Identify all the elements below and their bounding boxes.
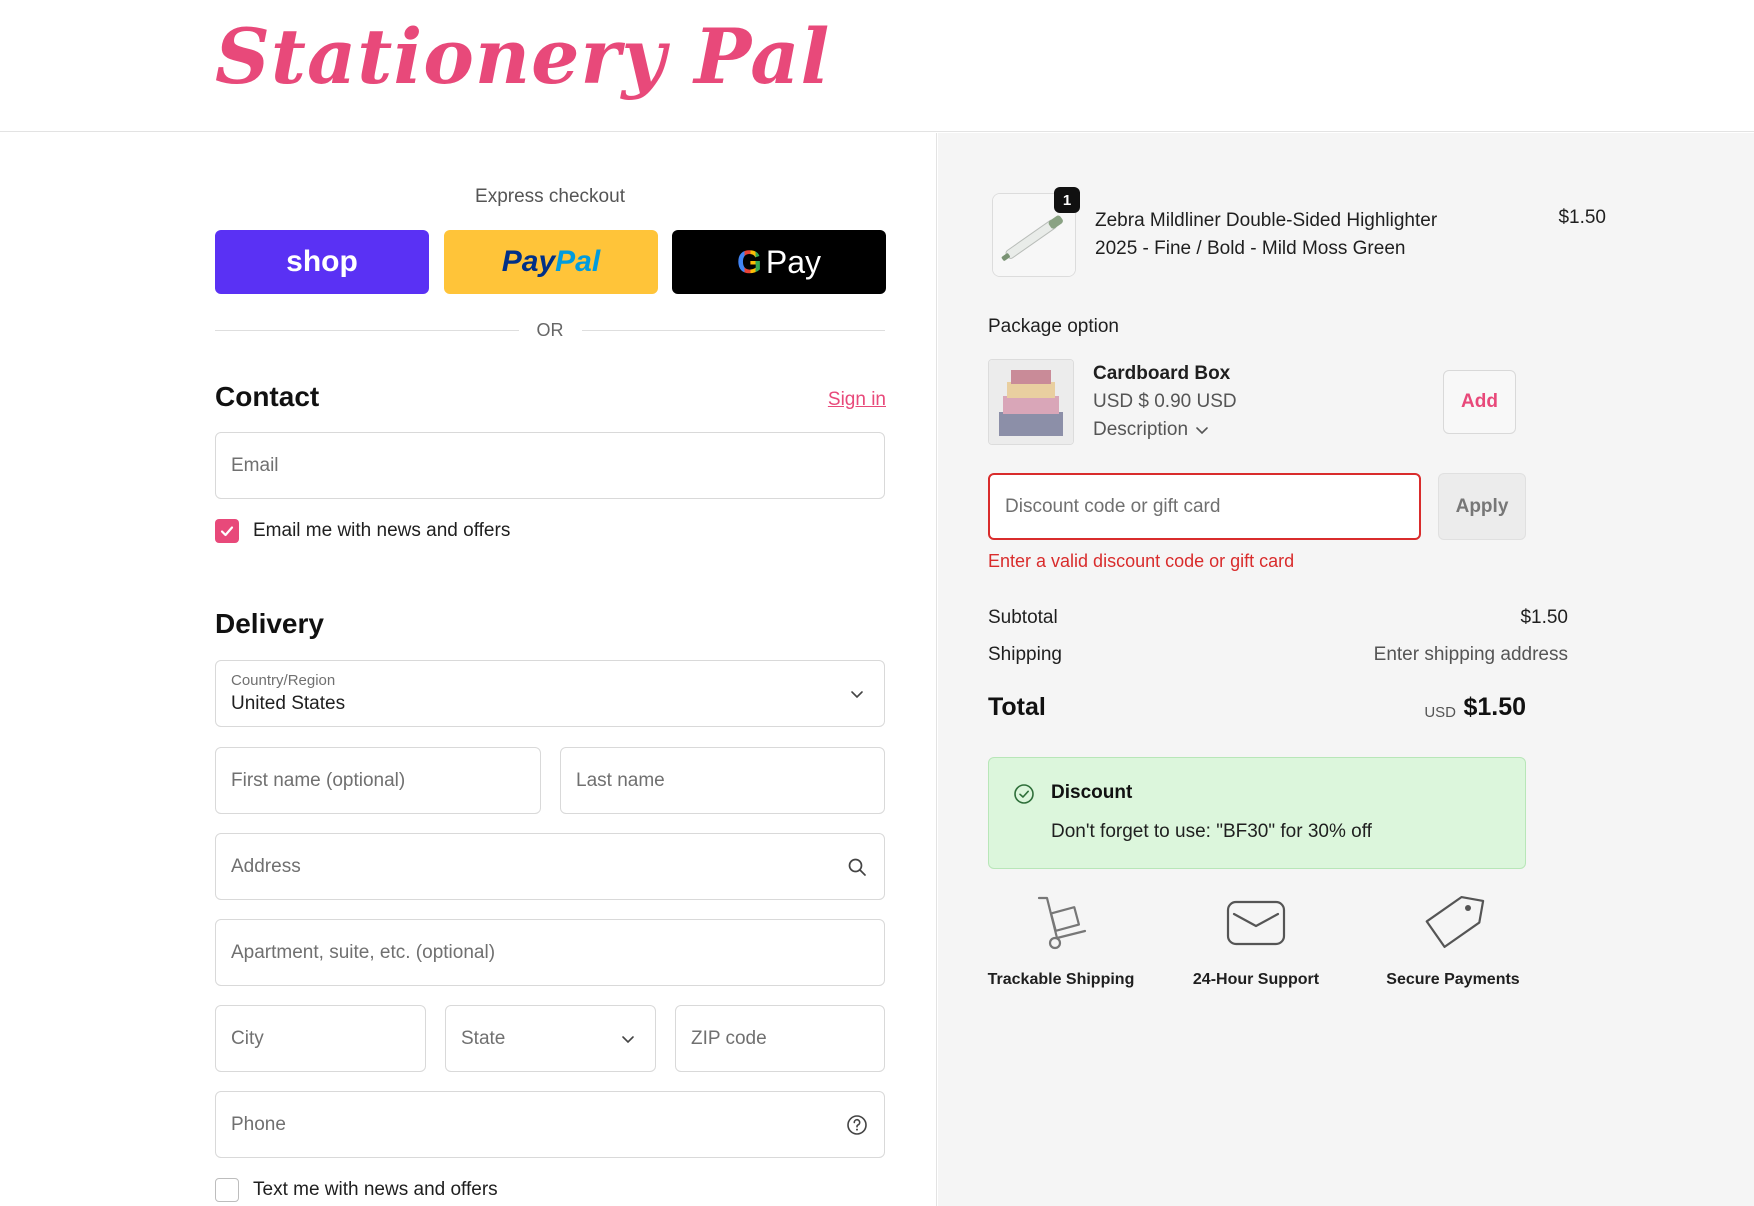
email-field[interactable]: Email (215, 432, 885, 499)
text-news-option[interactable]: Text me with news and offers (215, 1178, 498, 1202)
or-divider-text: OR (536, 320, 564, 340)
price-tag-icon (1425, 895, 1485, 949)
chevron-down-icon (845, 682, 869, 706)
order-summary-panel: 1 Zebra Mildliner Double-Sided Highlight… (938, 133, 1754, 1206)
address-field[interactable]: Address (215, 833, 885, 900)
product-name: Zebra Mildliner Double-Sided Highlighter… (1095, 210, 1438, 259)
delivery-title: Delivery (215, 608, 324, 639)
express-checkout-title: Express checkout (475, 186, 625, 207)
zip-field[interactable]: ZIP code (675, 1005, 885, 1072)
paypal-button[interactable]: Pay Pal (444, 230, 658, 294)
apply-discount-button[interactable]: Apply (1438, 473, 1526, 540)
shipping-value: Enter shipping address (1373, 644, 1568, 665)
email-news-label: Email me with news and offers (253, 520, 511, 541)
chevron-down-icon (616, 1027, 640, 1051)
check-icon (220, 526, 234, 537)
chevron-down-icon (1196, 427, 1208, 435)
shop-pay-label: shop (286, 245, 358, 278)
city-field[interactable]: City (215, 1005, 426, 1072)
box-image (989, 360, 1073, 444)
paypal-label-pal: Pal (555, 245, 601, 278)
help-circle-icon[interactable] (845, 1113, 869, 1137)
google-g-icon: G (736, 243, 762, 280)
last-name-field[interactable]: Last name (560, 747, 885, 814)
country-select[interactable]: Country/Region United States (215, 660, 885, 727)
apartment-field[interactable]: Apartment, suite, etc. (optional) (215, 919, 885, 986)
city-placeholder: City (231, 1027, 264, 1049)
phone-placeholder: Phone (231, 1113, 286, 1135)
apartment-placeholder: Apartment, suite, etc. (optional) (231, 941, 496, 963)
or-divider-right (582, 330, 885, 331)
zip-placeholder: ZIP code (691, 1027, 767, 1049)
text-news-checkbox[interactable] (215, 1178, 239, 1202)
envelope-icon (1226, 900, 1286, 946)
package-thumbnail (988, 359, 1074, 445)
site-header: Stationery Pal (0, 0, 1754, 132)
package-price: USD $ 0.90 USD (1093, 391, 1237, 412)
quantity-badge: 1 (1054, 187, 1080, 213)
or-divider-left (215, 330, 519, 331)
package-description-toggle[interactable]: Description (1093, 419, 1210, 441)
hand-truck-icon (1037, 896, 1087, 950)
shipping-label: Shipping (988, 644, 1062, 665)
check-circle-icon (1013, 783, 1035, 810)
email-news-option[interactable]: Email me with news and offers (215, 519, 510, 543)
discount-code-placeholder: Discount code or gift card (1005, 495, 1221, 517)
last-name-placeholder: Last name (576, 769, 665, 791)
address-placeholder: Address (231, 855, 301, 877)
package-name: Cardboard Box (1093, 363, 1231, 384)
search-icon[interactable] (845, 855, 869, 879)
email-news-checkbox[interactable] (215, 519, 239, 543)
text-news-label: Text me with news and offers (253, 1179, 498, 1200)
add-package-button[interactable]: Add (1443, 370, 1516, 434)
phone-field[interactable]: Phone (215, 1091, 885, 1158)
feature-label: 24-Hour Support (1192, 971, 1320, 988)
product-price: $1.50 (1558, 207, 1606, 228)
promo-title: Discount (1051, 782, 1133, 803)
checkout-form-panel: Express checkout shop Pay Pal G Pay OR Co… (0, 133, 937, 1206)
discount-promo-banner: Discount Don't forget to use: "BF30" for… (988, 757, 1526, 869)
package-option-title: Package option (988, 316, 1119, 337)
feature-secure-payments: Secure Payments (1358, 888, 1548, 990)
state-select[interactable]: State (445, 1005, 656, 1072)
google-pay-button[interactable]: G Pay (672, 230, 886, 294)
package-description-label: Description (1093, 419, 1189, 440)
first-name-placeholder: First name (optional) (231, 769, 406, 791)
country-label: Country/Region (231, 672, 336, 689)
subtotal-label: Subtotal (988, 607, 1058, 628)
google-pay-label: Pay (765, 243, 822, 280)
contact-title: Contact (215, 381, 320, 412)
paypal-label-pay: Pay (501, 245, 556, 278)
feature-label: Trackable Shipping (987, 971, 1135, 988)
email-placeholder: Email (231, 454, 279, 476)
total-label: Total (988, 693, 1046, 721)
promo-text: Don't forget to use: "BF30" for 30% off (1051, 821, 1372, 842)
country-value: United States (231, 693, 346, 714)
feature-trackable-shipping: Trackable Shipping (966, 888, 1156, 990)
total-currency: USD (1424, 704, 1456, 721)
feature-label: Secure Payments (1386, 971, 1520, 988)
subtotal-value: $1.50 (1520, 607, 1568, 628)
shop-pay-button[interactable]: shop (215, 230, 429, 294)
discount-error-message: Enter a valid discount code or gift card (988, 551, 1295, 571)
sign-in-link[interactable]: Sign in (810, 389, 886, 411)
total-value: $1.50 (1463, 693, 1526, 721)
first-name-field[interactable]: First name (optional) (215, 747, 541, 814)
feature-24-hour-support: 24-Hour Support (1161, 888, 1351, 990)
discount-code-input[interactable]: Discount code or gift card (988, 473, 1421, 540)
brand-logo[interactable]: Stationery Pal (215, 12, 830, 101)
state-placeholder: State (461, 1027, 506, 1049)
